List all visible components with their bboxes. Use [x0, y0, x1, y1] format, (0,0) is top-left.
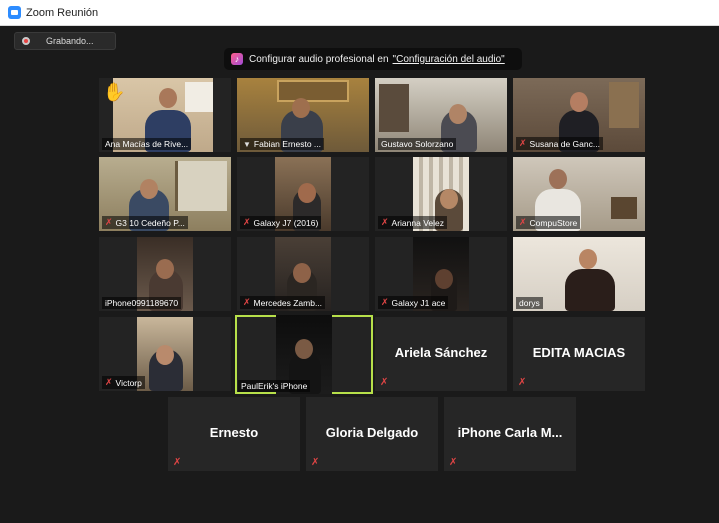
participant-tile[interactable]: ✋ Ana Macías de Rive... — [99, 78, 231, 152]
participant-tile[interactable]: Ariela Sánchez ✗ — [375, 317, 507, 391]
participant-tile[interactable]: Ernesto ✗ — [168, 397, 300, 471]
raised-hand-icon: ✋ — [103, 82, 126, 102]
mic-muted-icon: ✗ — [311, 457, 320, 468]
wall-frame — [185, 82, 213, 112]
mic-muted-icon: ✗ — [519, 217, 527, 227]
participant-name: Arianna Velez — [391, 217, 444, 228]
participant-name-label: ✗ Mercedes Zamb... — [240, 296, 326, 309]
bookshelf — [379, 84, 409, 132]
active-speaker-tile[interactable]: PaulErik's iPhone — [235, 315, 373, 394]
participant-tile[interactable]: ✗ CompuStore — [513, 157, 645, 231]
participant-name: iPhone Carla M... — [457, 425, 563, 440]
participant-tile[interactable]: EDITA MACIAS ✗ — [513, 317, 645, 391]
audio-settings-link[interactable]: "Configuración del audio" — [393, 54, 505, 65]
participant-name: dorys — [519, 298, 540, 308]
zoom-logo-icon — [8, 6, 21, 19]
mic-muted-icon: ✗ — [381, 217, 389, 227]
participant-name-label: ✗ Galaxy J1 ace — [378, 296, 449, 309]
pin-icon: ▼ — [243, 139, 251, 149]
participant-name: iPhone0991189670 — [105, 298, 179, 308]
participant-name: CompuStore — [529, 217, 578, 228]
participant-name: Susana de Ganc... — [529, 138, 600, 149]
participant-name-label: ✗ Arianna Velez — [378, 216, 447, 229]
mic-muted-icon: ✗ — [519, 138, 527, 148]
participant-face — [293, 263, 311, 283]
bookshelf — [175, 161, 227, 211]
participant-tile[interactable]: ✗ Susana de Ganc... — [513, 78, 645, 152]
record-icon — [22, 37, 30, 45]
banner-message: Configurar audio profesional en — [249, 53, 389, 65]
mic-muted-icon: ✗ — [380, 377, 389, 388]
participant-tile[interactable]: Gloria Delgado ✗ — [306, 397, 438, 471]
participant-face — [570, 92, 588, 112]
participant-tile[interactable]: ✗ Galaxy J1 ace — [375, 237, 507, 311]
participant-name-label: dorys — [516, 297, 543, 309]
participant-name-label: Ana Macías de Rive... — [102, 138, 192, 150]
participant-face — [156, 259, 174, 279]
participant-name: Ernesto — [209, 425, 259, 440]
mic-muted-icon: ✗ — [449, 457, 458, 468]
participant-name: Galaxy J7 (2016) — [253, 217, 319, 228]
mic-muted-icon: ✗ — [243, 217, 251, 227]
title-bar: Zoom Reunión — [0, 0, 719, 26]
participant-name: Galaxy J1 ace — [391, 297, 446, 308]
bookshelf — [609, 82, 639, 128]
participant-name-label: ✗ Susana de Ganc... — [516, 137, 603, 150]
participant-name-label: ✗ Victorp — [102, 376, 145, 389]
participant-tile[interactable]: ✗ Victorp — [99, 317, 231, 391]
participant-name: Mercedes Zamb... — [253, 297, 323, 308]
participant-name: Fabian Ernesto ... — [253, 139, 322, 149]
participant-name: PaulErik's iPhone — [241, 381, 308, 391]
participant-face — [549, 169, 567, 189]
participant-name: Gloria Delgado — [325, 425, 419, 440]
recording-label: Grabando... — [46, 36, 94, 46]
participant-face — [298, 183, 316, 203]
participant-face — [295, 339, 313, 359]
participant-face — [159, 88, 177, 108]
participant-name-label: ✗ Galaxy J7 (2016) — [240, 216, 322, 229]
mic-muted-icon: ✗ — [105, 377, 113, 387]
participant-face — [140, 179, 158, 199]
mic-muted-icon: ✗ — [518, 377, 527, 388]
participant-face — [435, 269, 453, 289]
mic-muted-icon: ✗ — [381, 297, 389, 307]
participant-name-label: ✗ G3 10 Cedeño P... — [102, 216, 188, 229]
music-note-icon: ♪ — [231, 53, 243, 65]
participant-tile[interactable]: Gustavo Solorzano — [375, 78, 507, 152]
participant-face — [292, 98, 310, 118]
participant-tile[interactable]: iPhone Carla M... ✗ — [444, 397, 576, 471]
participant-name: Victorp — [115, 377, 142, 388]
participant-name-label: PaulErik's iPhone — [238, 380, 311, 392]
participant-name: G3 10 Cedeño P... — [115, 217, 185, 228]
participant-name-label: Gustavo Solorzano — [378, 138, 457, 150]
wall-frame — [611, 197, 637, 219]
participant-tile[interactable]: ✗ Mercedes Zamb... — [237, 237, 369, 311]
wall-painting — [277, 80, 349, 102]
participant-name: Ariela Sánchez — [394, 345, 488, 360]
participant-figure — [565, 269, 615, 311]
participant-name-label: ▼ Fabian Ernesto ... — [240, 138, 325, 150]
audio-settings-banner: ♪ Configurar audio profesional en "Confi… — [224, 48, 522, 70]
participant-name: Gustavo Solorzano — [381, 139, 454, 149]
recording-indicator[interactable]: Grabando... — [14, 32, 116, 50]
participant-tile[interactable]: ✗ Arianna Velez — [375, 157, 507, 231]
participant-name-label: ✗ CompuStore — [516, 216, 581, 229]
participant-name-label: iPhone0991189670 — [102, 297, 182, 309]
participant-name: Ana Macías de Rive... — [105, 139, 189, 149]
participant-tile[interactable]: ▼ Fabian Ernesto ... — [237, 78, 369, 152]
mic-muted-icon: ✗ — [243, 297, 251, 307]
participant-face — [440, 189, 458, 209]
participant-tile[interactable]: dorys — [513, 237, 645, 311]
participant-name: EDITA MACIAS — [532, 345, 626, 360]
participant-tile[interactable]: ✗ Galaxy J7 (2016) — [237, 157, 369, 231]
window-title: Zoom Reunión — [26, 6, 99, 19]
participant-face — [156, 345, 174, 365]
participant-face — [579, 249, 597, 269]
mic-muted-icon: ✗ — [173, 457, 182, 468]
participant-tile[interactable]: iPhone0991189670 — [99, 237, 231, 311]
participant-tile[interactable]: ✗ G3 10 Cedeño P... — [99, 157, 231, 231]
mic-muted-icon: ✗ — [105, 217, 113, 227]
participant-face — [449, 104, 467, 124]
